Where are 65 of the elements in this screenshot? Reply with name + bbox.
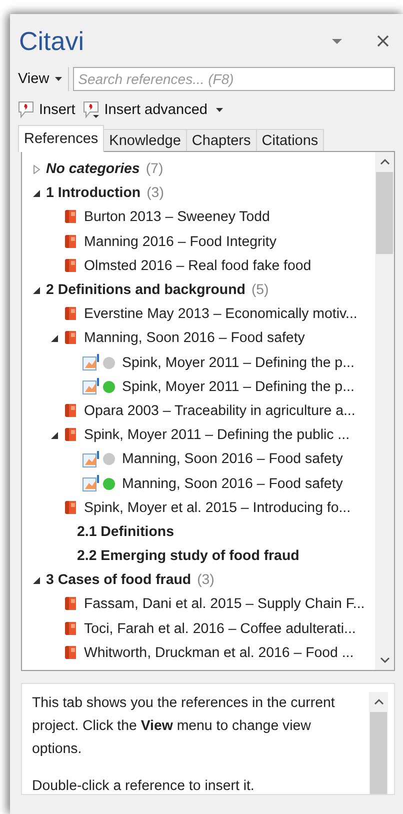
speech-bubble-icon (81, 100, 102, 120)
book-icon (64, 427, 78, 444)
book-icon (64, 258, 78, 274)
expanded-icon[interactable] (33, 286, 41, 295)
reference-label[interactable]: Burton 2013 – Sweeney Todd (84, 209, 270, 226)
scroll-thumb[interactable] (370, 712, 387, 794)
category-label[interactable]: 2.2 Emerging study of food fraud (77, 548, 300, 564)
help-text: Double-click a reference to insert it. (32, 777, 256, 796)
knowledge-item-icon (82, 450, 100, 468)
scroll-thumb[interactable] (376, 172, 393, 254)
book-icon (64, 209, 78, 226)
category-label[interactable]: No categories (46, 161, 140, 178)
collapsed-icon[interactable] (33, 164, 41, 174)
book-icon (64, 330, 78, 346)
book-icon (64, 500, 78, 516)
book-icon (64, 402, 78, 419)
expanded-icon[interactable] (51, 334, 59, 343)
knowledge-item-label[interactable]: Manning, Soon 2016 – Food safety (122, 476, 343, 492)
view-menu[interactable]: View (16, 67, 70, 91)
item-count: (5) (251, 282, 269, 298)
knowledge-item-icon (82, 354, 100, 372)
reference-label[interactable]: Spink, Moyer 2011 – Defining the public ... (84, 427, 350, 444)
reference-label[interactable]: Spink, Moyer et al. 2015 – Introducing fo... (84, 500, 351, 516)
reference-label[interactable]: Olmsted 2016 – Real food fake food (84, 258, 312, 274)
scrollbar[interactable] (375, 152, 394, 670)
item-count: (3) (197, 572, 214, 588)
category-label[interactable]: 2 Definitions and background (46, 282, 246, 298)
expanded-icon[interactable] (33, 188, 41, 198)
insert-button[interactable]: Insert (16, 100, 76, 120)
knowledge-item-icon (82, 378, 100, 396)
category-label[interactable]: 1 Introduction (46, 185, 141, 202)
expanded-icon[interactable] (33, 576, 41, 585)
book-icon (64, 234, 78, 250)
tab[interactable]: Knowledge (103, 129, 187, 152)
caret-icon (55, 77, 62, 81)
insert-button[interactable]: Insert advanced (81, 100, 224, 120)
book-icon (64, 620, 78, 637)
category-label[interactable]: 3 Cases of food fraud (46, 572, 192, 588)
reference-label[interactable]: Manning, Soon 2016 – Food safety (84, 330, 305, 346)
knowledge-item-label[interactable]: Manning, Soon 2016 – Food safety (122, 451, 343, 468)
window-title: Citavi (18, 26, 86, 56)
tab[interactable]: Citations (256, 129, 324, 152)
scrollbar[interactable] (369, 692, 388, 794)
reference-label[interactable]: Fassam, Dani et al. 2015 – Supply Chain F... (84, 596, 365, 612)
expanded-icon[interactable] (51, 430, 59, 440)
reference-label[interactable]: Everstine May 2013 – Economically motiv... (84, 306, 358, 322)
item-count: (3) (146, 185, 164, 202)
knowledge-item-icon (82, 475, 100, 492)
reference-label[interactable]: Opara 2003 – Traceability in agriculture a... (84, 402, 356, 419)
tab[interactable]: Chapters (186, 129, 257, 152)
help-text: This tab shows you the references in the current project. Click the View menu to change view options. (32, 694, 336, 759)
tab[interactable]: References (18, 125, 104, 152)
book-icon (64, 596, 78, 612)
category-label[interactable]: 2.1 Definitions (77, 524, 174, 540)
item-count: (7) (146, 161, 164, 178)
book-icon (64, 644, 78, 661)
book-icon (64, 306, 78, 322)
knowledge-item-label[interactable]: Spink, Moyer 2011 – Defining the p... (122, 378, 354, 395)
speech-bubble-icon (16, 100, 36, 120)
reference-label[interactable]: Manning 2016 – Food Integrity (84, 234, 276, 250)
reference-label[interactable]: Whitworth, Druckman et al. 2016 – Food ... (84, 644, 354, 661)
reference-label[interactable]: Toci, Farah et al. 2016 – Coffee adulterati... (84, 620, 356, 637)
close-icon[interactable] (375, 33, 391, 49)
knowledge-item-label[interactable]: Spink, Moyer 2011 – Defining the p... (122, 354, 354, 371)
search-field[interactable]: Search references... (F8) (73, 67, 395, 91)
